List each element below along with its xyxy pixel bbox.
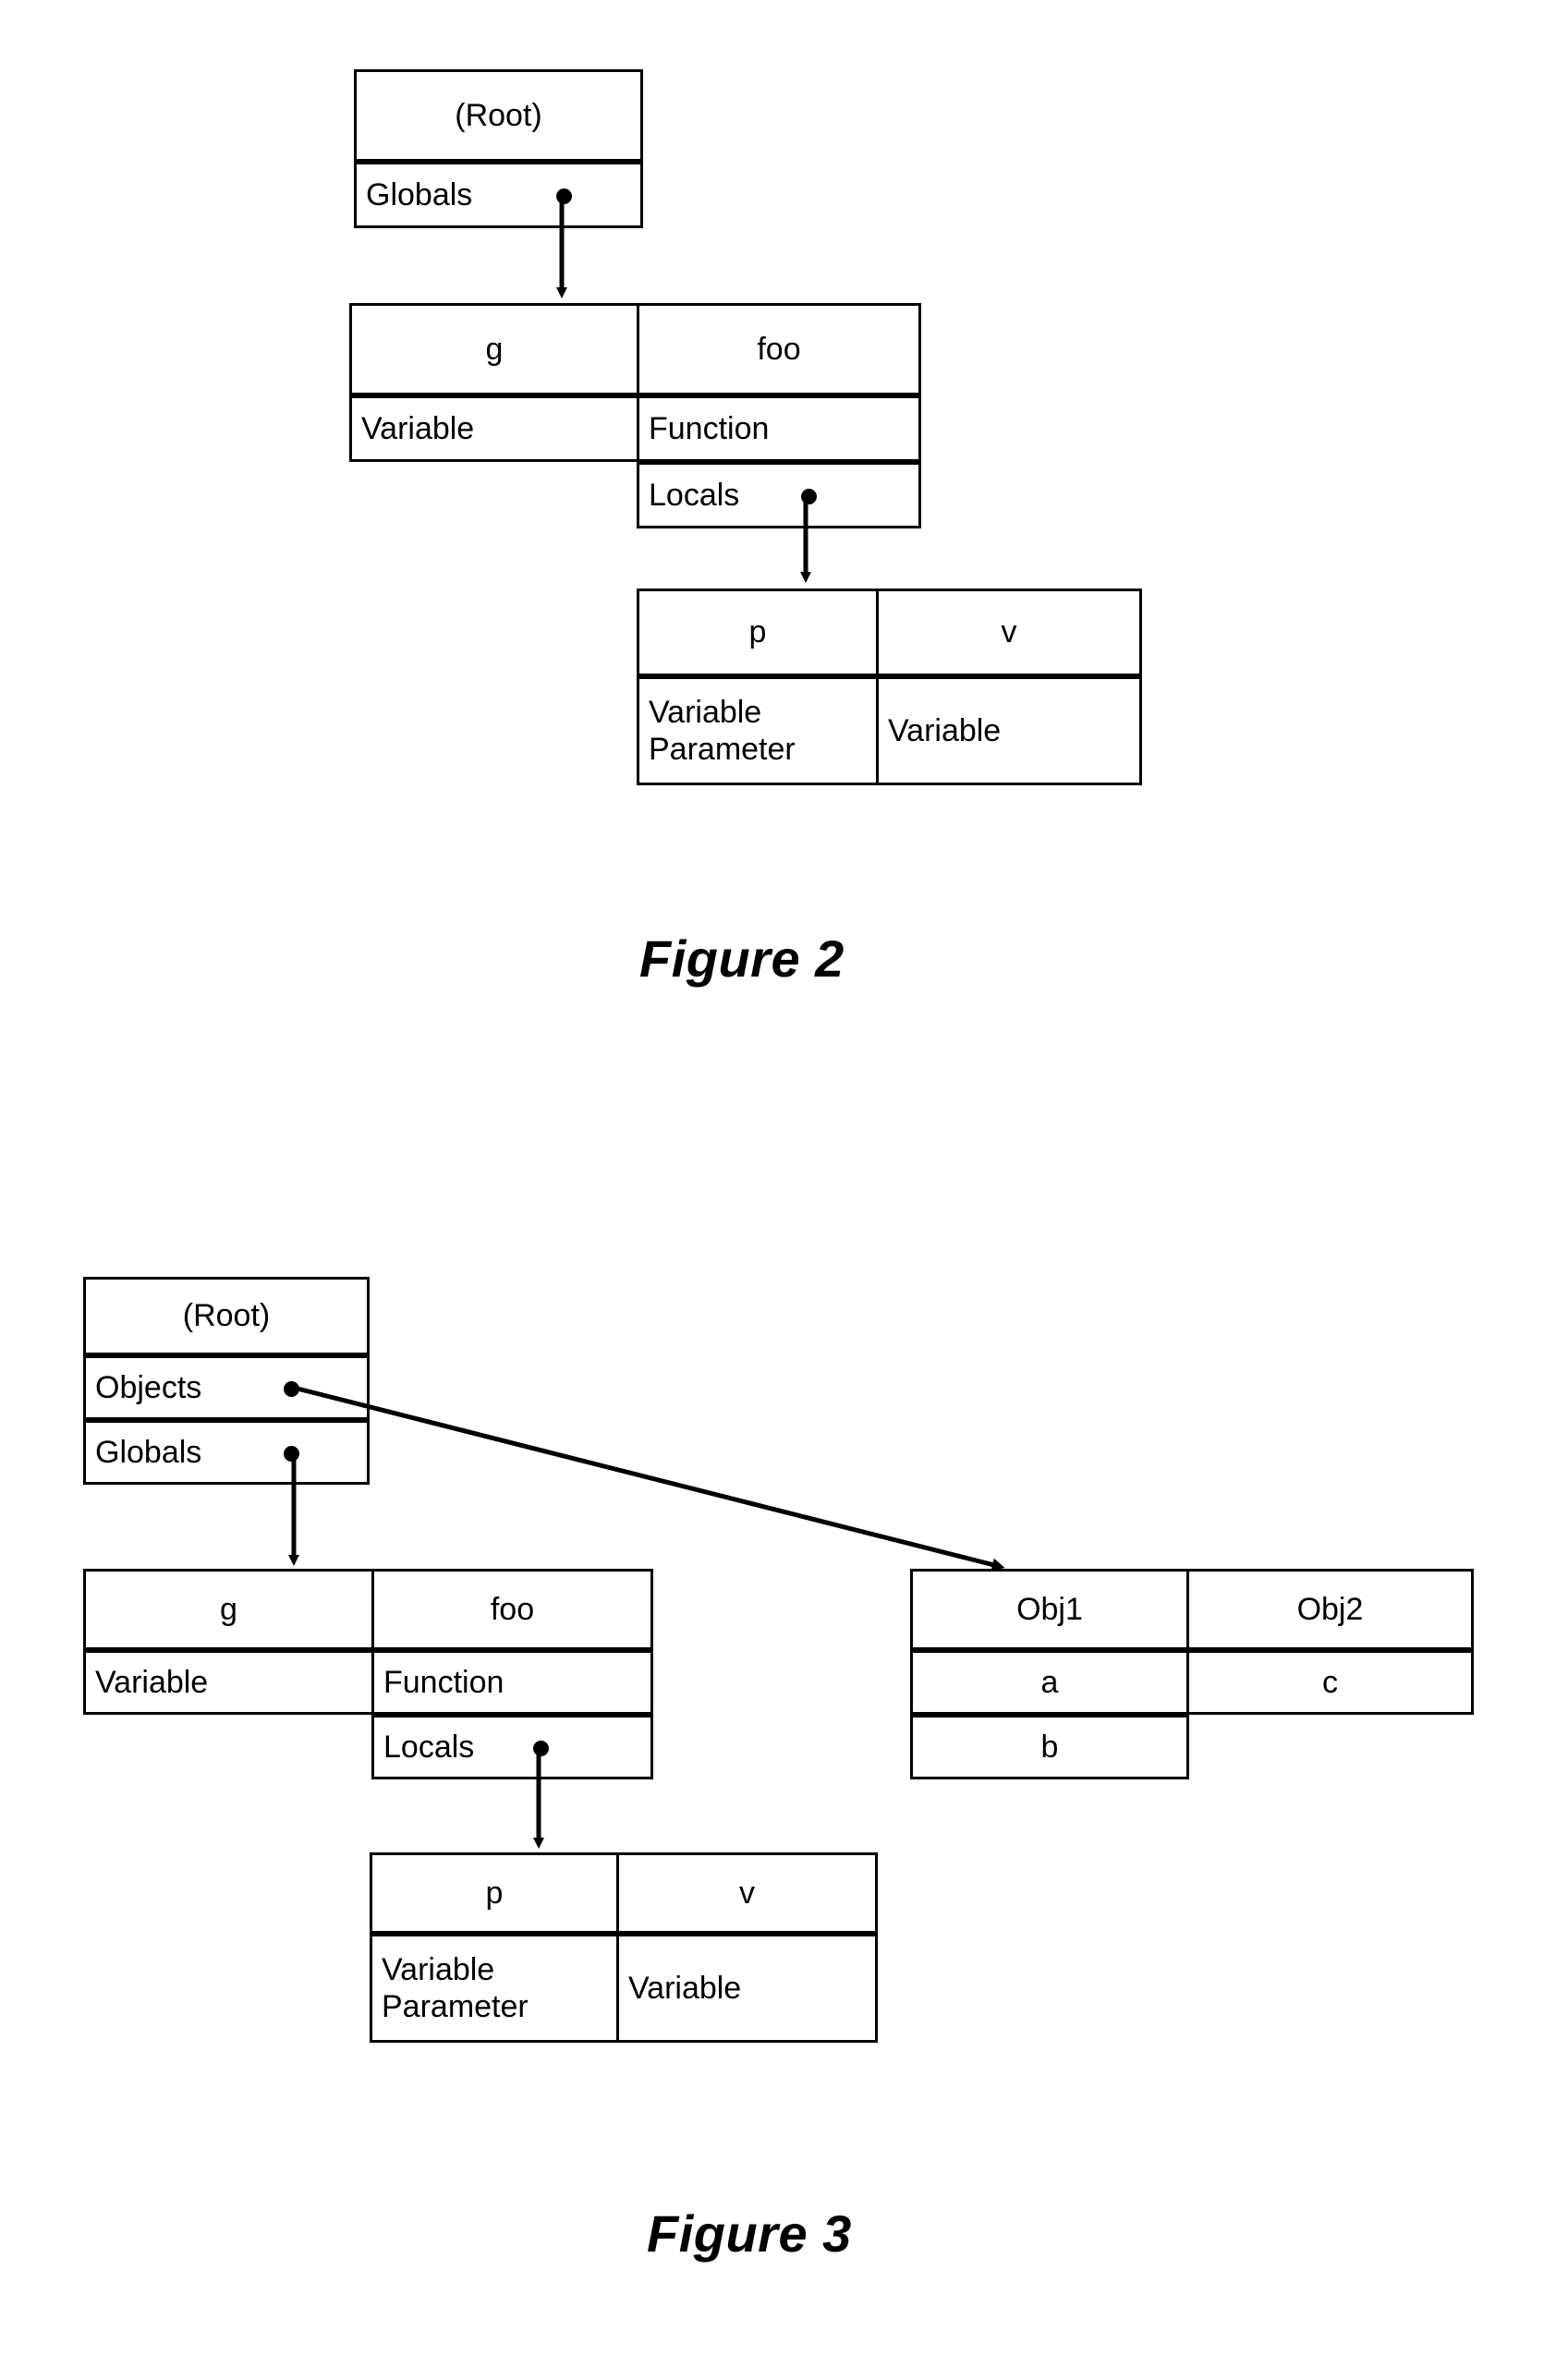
- figure-3-caption: Figure 3: [647, 2203, 852, 2264]
- fig3-globals-pointer-dot: [284, 1446, 299, 1462]
- fig3-locals-col-v-header: v: [616, 1852, 878, 1934]
- fig3-globals-col-foo-row-0: Function: [371, 1650, 653, 1715]
- fig3-locals-col-p-row-0: Variable Parameter: [370, 1934, 619, 2043]
- fig3-objects-col-obj1-header: Obj1: [910, 1569, 1189, 1650]
- fig3-globals-col-g-name: g: [220, 1591, 237, 1627]
- fig3-objects-col-obj2-name: Obj2: [1296, 1591, 1364, 1627]
- fig3-locals-col-p-header: p: [370, 1852, 619, 1934]
- fig3-locals-col-v-row-0-label: Variable: [628, 1970, 742, 2006]
- fig3-globals-col-g-row-0: Variable: [83, 1650, 374, 1715]
- fig3-objects-col-obj2-row-0-label: c: [1322, 1664, 1338, 1700]
- fig3-root-title: (Root): [182, 1298, 271, 1334]
- fig3-globals-col-foo-row-1-label: Locals: [383, 1729, 475, 1765]
- figure-3-caption-text: Figure 3: [647, 2204, 852, 2263]
- fig3-globals-col-foo-header: foo: [371, 1569, 653, 1650]
- drawing-sheet: (Root) Globals g Variable foo Function L…: [0, 0, 1568, 2355]
- fig3-objects-col-obj1-row-1: b: [910, 1715, 1189, 1779]
- fig3-root-title-cell: (Root): [83, 1277, 370, 1355]
- fig3-globals-col-foo-row-0-label: Function: [383, 1664, 504, 1700]
- fig3-locals-pointer-dot: [533, 1741, 549, 1756]
- fig3-edge-objects-to-objects-table: [293, 1385, 1005, 1572]
- fig3-objects-col-obj1-row-0: a: [910, 1650, 1189, 1715]
- fig3-root-slot-objects-label: Objects: [95, 1369, 202, 1405]
- fig3-globals-col-g-header: g: [83, 1569, 374, 1650]
- fig3-objects-pointer-dot: [284, 1381, 299, 1397]
- fig3-globals-col-foo-row-1: Locals: [371, 1715, 653, 1779]
- fig3-objects-col-obj1-row-1-label: b: [1040, 1729, 1059, 1765]
- fig3-objects-col-obj2-row-0: c: [1186, 1650, 1474, 1715]
- fig3-locals-col-v-name: v: [739, 1875, 755, 1911]
- fig3-locals-col-v-row-0: Variable: [616, 1934, 878, 2043]
- fig3-root-slot-globals-label: Globals: [95, 1434, 202, 1470]
- fig3-locals-col-p-row-0-label: Variable Parameter: [382, 1951, 529, 2024]
- figure-3-group: (Root) Objects Globals g Variable foo Fu…: [0, 0, 1568, 2355]
- fig3-globals-col-foo-name: foo: [490, 1591, 535, 1627]
- fig3-root-slot-objects: Objects: [83, 1355, 370, 1420]
- fig3-globals-col-g-row-0-label: Variable: [95, 1664, 209, 1700]
- fig3-root-slot-globals: Globals: [83, 1420, 370, 1485]
- fig3-objects-col-obj1-name: Obj1: [1016, 1591, 1083, 1627]
- fig3-locals-col-p-name: p: [485, 1875, 504, 1911]
- fig3-objects-col-obj2-header: Obj2: [1186, 1569, 1474, 1650]
- fig3-objects-col-obj1-row-0-label: a: [1040, 1664, 1059, 1700]
